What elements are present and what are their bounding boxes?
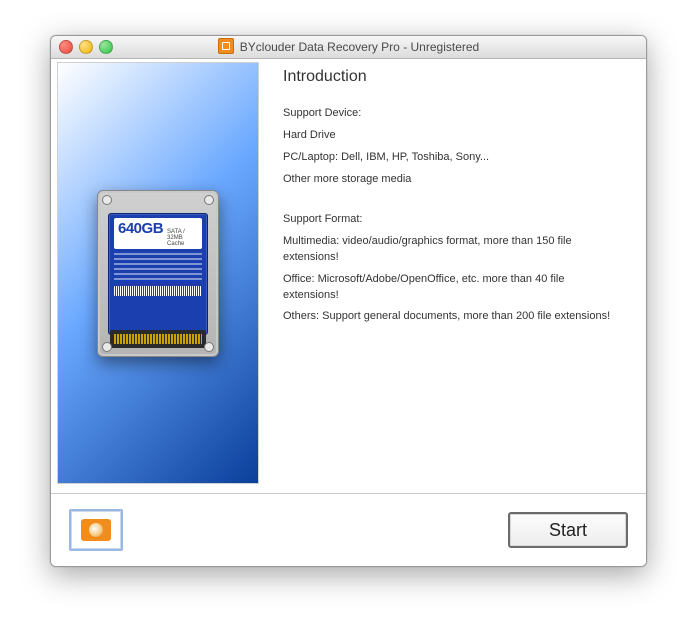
start-button[interactable]: Start xyxy=(508,512,628,548)
app-window: BYclouder Data Recovery Pro - Unregister… xyxy=(50,35,647,567)
titlebar[interactable]: BYclouder Data Recovery Pro - Unregister… xyxy=(51,36,646,59)
start-button-label: Start xyxy=(549,520,587,541)
support-format-line: Others: Support general documents, more … xyxy=(283,309,622,325)
support-device-line: PC/Laptop: Dell, IBM, HP, Toshiba, Sony.… xyxy=(283,150,622,166)
illustration-panel: 640GB SATA / 32MB Cache xyxy=(57,62,259,484)
step-thumbnail[interactable] xyxy=(69,509,123,551)
support-format-line: Multimedia: video/audio/graphics format,… xyxy=(283,234,622,266)
hdd-label: 640GB SATA / 32MB Cache xyxy=(108,213,208,335)
hdd-connector xyxy=(110,330,206,348)
intro-panel: Introduction Support Device: Hard Drive … xyxy=(265,62,640,488)
support-device-label: Support Device: xyxy=(283,106,622,122)
support-format-label: Support Format: xyxy=(283,212,622,228)
window-controls xyxy=(59,40,113,54)
support-device-line: Other more storage media xyxy=(283,172,622,188)
close-icon[interactable] xyxy=(59,40,73,54)
hdd-subtext: SATA / 32MB Cache xyxy=(167,229,198,247)
support-format-line: Office: Microsoft/Adobe/OpenOffice, etc.… xyxy=(283,272,622,304)
support-device-line: Hard Drive xyxy=(283,128,622,144)
content-area: 640GB SATA / 32MB Cache Introduction Sup… xyxy=(51,58,646,566)
camera-icon xyxy=(81,519,111,541)
zoom-icon[interactable] xyxy=(99,40,113,54)
hdd-spec-lines xyxy=(114,253,202,280)
hdd-barcode xyxy=(114,286,202,296)
hard-drive-illustration: 640GB SATA / 32MB Cache xyxy=(97,190,219,357)
minimize-icon[interactable] xyxy=(79,40,93,54)
page-title: Introduction xyxy=(283,68,622,86)
window-title: BYclouder Data Recovery Pro - Unregister… xyxy=(240,40,479,54)
hdd-capacity: 640GB xyxy=(118,220,163,237)
app-icon xyxy=(218,38,234,54)
bottom-toolbar: Start xyxy=(51,493,646,566)
